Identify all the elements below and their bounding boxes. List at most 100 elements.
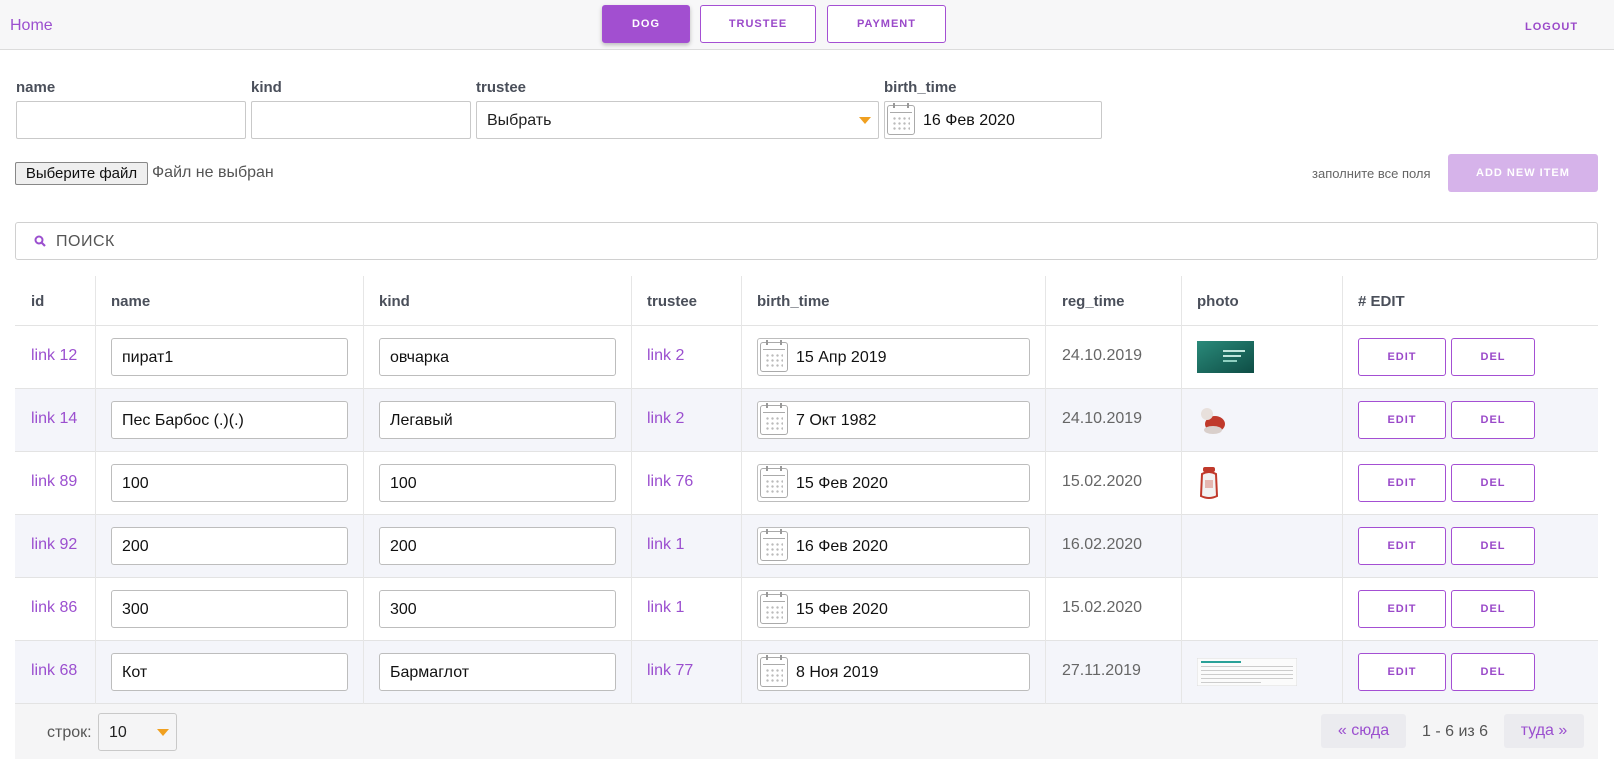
row-trustee-link[interactable]: link 2 bbox=[647, 347, 684, 365]
row-name-input[interactable]: Пес Барбос (.)(.) bbox=[111, 401, 348, 439]
column-header-reg-time: reg_time bbox=[1062, 293, 1125, 310]
edit-button[interactable]: EDIT bbox=[1358, 527, 1446, 565]
row-trustee-link[interactable]: link 76 bbox=[647, 473, 693, 491]
search-bar[interactable]: ПОИСК bbox=[15, 222, 1598, 260]
birth-time-value: 16 Фев 2020 bbox=[923, 112, 1015, 129]
row-birth-time-input[interactable]: 16 Фев 2020 bbox=[757, 527, 1030, 565]
delete-button[interactable]: DEL bbox=[1451, 590, 1535, 628]
birth-time-input[interactable]: 16 Фев 2020 bbox=[884, 101, 1102, 139]
calendar-icon[interactable] bbox=[760, 466, 788, 498]
search-icon bbox=[34, 235, 46, 247]
search-input[interactable]: ПОИСК bbox=[56, 233, 115, 251]
row-kind-input[interactable]: Легавый bbox=[379, 401, 616, 439]
dropdown-caret-icon bbox=[859, 117, 871, 124]
row-reg-time: 27.11.2019 bbox=[1062, 662, 1141, 679]
name-label: name bbox=[16, 79, 56, 96]
row-name-input[interactable]: 100 bbox=[111, 464, 348, 502]
row-id-link[interactable]: link 92 bbox=[31, 536, 77, 554]
calendar-icon[interactable] bbox=[760, 592, 788, 624]
edit-button[interactable]: EDIT bbox=[1358, 653, 1446, 691]
row-id-link[interactable]: link 12 bbox=[31, 347, 77, 365]
delete-button[interactable]: DEL bbox=[1451, 464, 1535, 502]
row-birth-time-input[interactable]: 15 Фев 2020 bbox=[757, 590, 1030, 628]
column-divider bbox=[631, 276, 632, 704]
row-birth-time-input[interactable]: 8 Ноя 2019 bbox=[757, 653, 1030, 691]
row-kind-input[interactable]: 200 bbox=[379, 527, 616, 565]
row-kind-input[interactable]: 100 bbox=[379, 464, 616, 502]
photo-thumbnail bbox=[1197, 341, 1254, 373]
calendar-icon[interactable] bbox=[760, 529, 788, 561]
calendar-icon[interactable] bbox=[760, 655, 788, 687]
rows-per-page-select[interactable]: 10 bbox=[98, 713, 177, 751]
choose-file-button[interactable]: Выберите файл bbox=[15, 162, 148, 185]
delete-button[interactable]: DEL bbox=[1451, 653, 1535, 691]
photo-thumbnail bbox=[1197, 404, 1231, 438]
row-birth-time-input[interactable]: 7 Окт 1982 bbox=[757, 401, 1030, 439]
calendar-icon[interactable] bbox=[760, 403, 788, 435]
row-name-input[interactable]: 300 bbox=[111, 590, 348, 628]
tab-trustee[interactable]: TRUSTEE bbox=[700, 5, 816, 43]
row-birth-time-value: 16 Фев 2020 bbox=[796, 538, 888, 555]
kind-label: kind bbox=[251, 79, 282, 96]
column-divider bbox=[95, 276, 96, 704]
column-header-trustee: trustee bbox=[647, 293, 698, 310]
row-birth-time-value: 15 Фев 2020 bbox=[796, 601, 888, 618]
row-birth-time-value: 15 Фев 2020 bbox=[796, 475, 888, 492]
table-row: link 14 Пес Барбос (.)(.) Легавый link 2… bbox=[15, 389, 1598, 452]
row-name-input[interactable]: 200 bbox=[111, 527, 348, 565]
birth-time-label: birth_time bbox=[884, 79, 957, 96]
row-id-link[interactable]: link 86 bbox=[31, 599, 77, 617]
calendar-icon[interactable] bbox=[887, 103, 915, 135]
rows-per-page-value: 10 bbox=[109, 724, 127, 741]
row-trustee-link[interactable]: link 1 bbox=[647, 536, 684, 554]
column-divider bbox=[1342, 276, 1343, 704]
delete-button[interactable]: DEL bbox=[1451, 401, 1535, 439]
edit-button[interactable]: EDIT bbox=[1358, 338, 1446, 376]
row-id-link[interactable]: link 89 bbox=[31, 473, 77, 491]
row-birth-time-input[interactable]: 15 Апр 2019 bbox=[757, 338, 1030, 376]
edit-button[interactable]: EDIT bbox=[1358, 401, 1446, 439]
pagination-info: 1 - 6 из 6 bbox=[1422, 723, 1489, 740]
add-new-item-button[interactable]: ADD NEW ITEM bbox=[1448, 154, 1598, 192]
kind-input[interactable] bbox=[251, 101, 471, 139]
edit-button[interactable]: EDIT bbox=[1358, 590, 1446, 628]
delete-button[interactable]: DEL bbox=[1451, 338, 1535, 376]
table-header: id name kind trustee birth_time reg_time… bbox=[15, 276, 1598, 326]
delete-button[interactable]: DEL bbox=[1451, 527, 1535, 565]
home-link[interactable]: Home bbox=[10, 17, 53, 35]
calendar-icon[interactable] bbox=[760, 340, 788, 372]
row-kind-input[interactable]: овчарка bbox=[379, 338, 616, 376]
next-page-button[interactable]: туда » bbox=[1504, 714, 1584, 748]
row-kind-input[interactable]: Бармаглот bbox=[379, 653, 616, 691]
row-name-input[interactable]: пират1 bbox=[111, 338, 348, 376]
logout-button[interactable]: LOGOUT bbox=[1525, 21, 1578, 33]
column-header-photo: photo bbox=[1197, 293, 1239, 310]
photo-thumbnail bbox=[1197, 658, 1297, 686]
row-kind-input[interactable]: 300 bbox=[379, 590, 616, 628]
prev-page-button[interactable]: « сюда bbox=[1321, 714, 1406, 748]
row-id-link[interactable]: link 14 bbox=[31, 410, 77, 428]
table-row: link 68 Кот Бармаглот link 77 8 Ноя 2019… bbox=[15, 641, 1598, 704]
name-input[interactable] bbox=[16, 101, 246, 139]
edit-button[interactable]: EDIT bbox=[1358, 464, 1446, 502]
column-divider bbox=[741, 276, 742, 704]
column-header-birth-time: birth_time bbox=[757, 293, 830, 310]
row-reg-time: 16.02.2020 bbox=[1062, 536, 1143, 553]
column-divider bbox=[1181, 276, 1182, 704]
row-birth-time-input[interactable]: 15 Фев 2020 bbox=[757, 464, 1030, 502]
row-trustee-link[interactable]: link 77 bbox=[647, 662, 693, 680]
row-reg-time: 15.02.2020 bbox=[1062, 599, 1143, 616]
row-trustee-link[interactable]: link 2 bbox=[647, 410, 684, 428]
tab-dog[interactable]: DOG bbox=[602, 5, 690, 43]
table-footer: строк: 10 « сюда 1 - 6 из 6 туда » bbox=[15, 704, 1598, 759]
row-id-link[interactable]: link 68 bbox=[31, 662, 77, 680]
row-name-input[interactable]: Кот bbox=[111, 653, 348, 691]
column-divider bbox=[363, 276, 364, 704]
trustee-select-value: Выбрать bbox=[487, 112, 552, 129]
row-trustee-link[interactable]: link 1 bbox=[647, 599, 684, 617]
row-reg-time: 24.10.2019 bbox=[1062, 410, 1143, 427]
column-header-id: id bbox=[31, 293, 45, 310]
trustee-select[interactable]: Выбрать bbox=[476, 101, 879, 139]
tab-payment[interactable]: PAYMENT bbox=[827, 5, 946, 43]
top-navbar: Home DOG TRUSTEE PAYMENT LOGOUT bbox=[0, 0, 1614, 50]
